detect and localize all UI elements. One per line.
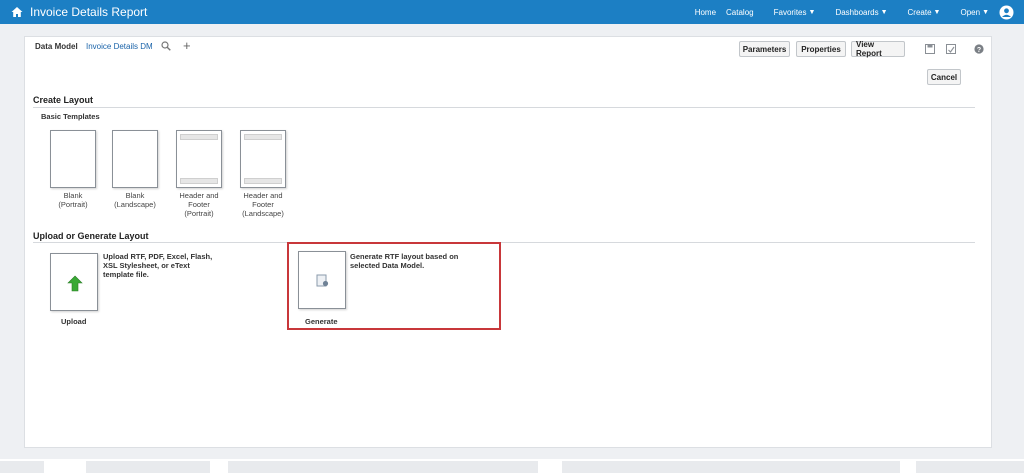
nav-favorites[interactable]: Favorites ▼ [764, 8, 816, 17]
view-report-button[interactable]: View Report [851, 40, 905, 58]
template-header-band [244, 134, 282, 140]
template-label-line: Footer [188, 200, 210, 209]
chevron-down-icon: ▼ [933, 8, 941, 16]
template-header-band [180, 134, 218, 140]
create-layout-heading: Create Layout [33, 95, 94, 105]
strip-segment [0, 461, 44, 473]
save-icon[interactable] [925, 44, 935, 54]
svg-text:?: ? [977, 47, 981, 54]
template-label-line: (Portrait) [58, 200, 88, 209]
properties-button[interactable]: Properties [796, 41, 846, 57]
page-title: Invoice Details Report [30, 5, 148, 19]
template-label-line: (Portrait) [184, 209, 214, 218]
template-header-footer-portrait[interactable] [176, 130, 222, 188]
template-footer-band [180, 178, 218, 184]
chevron-down-icon: ▼ [982, 8, 989, 16]
nav-catalog[interactable]: Catalog [726, 8, 754, 17]
template-label: Blank (Landscape) [100, 191, 170, 209]
template-label-line: (Landscape) [242, 209, 284, 218]
upload-generate-heading: Upload or Generate Layout [33, 231, 149, 241]
nav-create[interactable]: Create ▼ [898, 8, 941, 17]
upload-tile[interactable] [50, 253, 98, 311]
chevron-down-icon: ▼ [808, 8, 816, 16]
basic-templates-subhead: Basic Templates [41, 112, 100, 121]
upload-arrow-icon [67, 275, 83, 292]
nav-open-label: Open [960, 7, 981, 17]
template-label: Blank (Portrait) [38, 191, 108, 209]
user-avatar-icon[interactable] [999, 5, 1014, 20]
chevron-down-icon: ▼ [880, 8, 888, 16]
nav-favorites-label: Favorites [773, 7, 807, 17]
layout-editor-panel: Data Model Invoice Details DM + Paramete… [24, 36, 992, 448]
template-label-line: Blank [63, 191, 83, 200]
template-footer-band [244, 178, 282, 184]
strip-segment [562, 461, 900, 473]
template-label-line: Footer [252, 200, 274, 209]
strip-segment [228, 461, 538, 473]
nav-home[interactable]: Home [695, 8, 716, 17]
nav-dashboards-label: Dashboards [835, 7, 879, 17]
generate-highlight-box [287, 242, 501, 330]
data-model-link[interactable]: Invoice Details DM [86, 42, 153, 51]
template-label: Header and Footer (Portrait) [164, 191, 234, 218]
search-icon[interactable] [161, 41, 171, 51]
cancel-button[interactable]: Cancel [927, 69, 961, 85]
global-nav: Home Catalog Favorites ▼ Dashboards ▼ Crea… [685, 0, 1014, 24]
nav-create-label: Create [907, 7, 932, 17]
nav-open[interactable]: Open ▼ [950, 8, 989, 17]
home-icon[interactable] [10, 5, 24, 19]
editor-toolbar: Data Model Invoice Details DM + Paramete… [25, 37, 991, 59]
template-label-line: Header and [179, 191, 219, 200]
upload-description: Upload RTF, PDF, Excel, Flash, XSL Style… [103, 252, 212, 279]
template-blank-portrait[interactable] [50, 130, 96, 188]
strip-segment [86, 461, 210, 473]
section-divider [33, 242, 975, 243]
template-label-line: Blank [125, 191, 145, 200]
nav-dashboards[interactable]: Dashboards ▼ [825, 8, 887, 17]
upload-description-line: template file. [103, 270, 149, 279]
template-blank-landscape[interactable] [112, 130, 158, 188]
upload-description-line: XSL Stylesheet, or eText [103, 261, 190, 270]
section-divider [33, 107, 975, 108]
upload-description-line: Upload RTF, PDF, Excel, Flash, [103, 252, 213, 261]
bottom-strip [0, 459, 1024, 473]
app-header: Invoice Details Report Home Catalog Favo… [0, 0, 1024, 24]
upload-label: Upload [61, 317, 87, 326]
strip-segment [916, 461, 1024, 473]
help-icon[interactable]: ? [974, 44, 984, 54]
parameters-button[interactable]: Parameters [739, 41, 790, 57]
template-label-line: Header and [243, 191, 283, 200]
add-icon[interactable]: + [183, 39, 191, 52]
template-label-line: (Landscape) [114, 200, 156, 209]
data-model-label: Data Model [35, 42, 78, 51]
template-header-footer-landscape[interactable] [240, 130, 286, 188]
save-as-icon[interactable] [946, 44, 956, 54]
template-label: Header and Footer (Landscape) [228, 191, 298, 218]
